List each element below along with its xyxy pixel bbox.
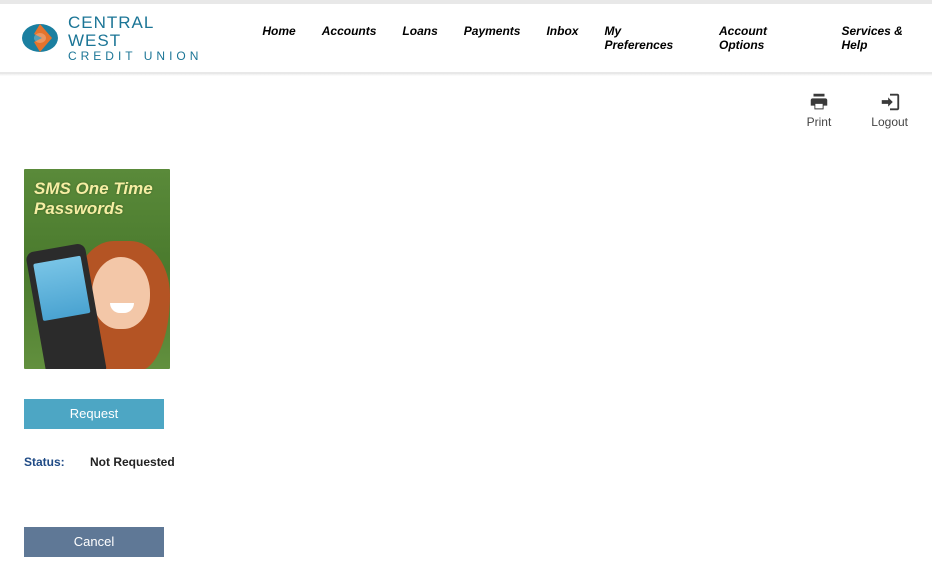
request-button[interactable]: Request (24, 399, 164, 429)
main-nav: Home Accounts Loans Payments Inbox My Pr… (262, 24, 932, 52)
status-row: Status: Not Requested (24, 455, 908, 469)
nav-home[interactable]: Home (262, 24, 295, 52)
logo-text: CENTRAL WEST CREDIT UNION (68, 14, 212, 62)
logout-button[interactable]: Logout (871, 91, 908, 129)
logo[interactable]: CENTRAL WEST CREDIT UNION (0, 14, 212, 62)
sms-otp-promo: SMS One Time Passwords (24, 169, 170, 369)
nav-payments[interactable]: Payments (464, 24, 521, 52)
print-button[interactable]: Print (807, 91, 832, 129)
logout-icon (879, 91, 901, 113)
nav-loans[interactable]: Loans (402, 24, 437, 52)
main-content: SMS One Time Passwords Request Status: N… (0, 129, 932, 581)
promo-title: SMS One Time Passwords (34, 179, 170, 218)
print-icon (808, 91, 830, 113)
status-value: Not Requested (90, 455, 175, 469)
logout-label: Logout (871, 115, 908, 129)
toolbar: Print Logout (0, 77, 932, 129)
logo-mark-icon (20, 18, 60, 58)
header: CENTRAL WEST CREDIT UNION Home Accounts … (0, 4, 932, 74)
nav-accounts[interactable]: Accounts (322, 24, 377, 52)
nav-account-options[interactable]: Account Options (719, 24, 815, 52)
nav-my-preferences[interactable]: My Preferences (604, 24, 693, 52)
status-label: Status: (24, 455, 65, 469)
nav-inbox[interactable]: Inbox (546, 24, 578, 52)
print-label: Print (807, 115, 832, 129)
nav-services-help[interactable]: Services & Help (841, 24, 932, 52)
cancel-button[interactable]: Cancel (24, 527, 164, 557)
brand-line2: CREDIT UNION (68, 50, 212, 63)
brand-line1: CENTRAL WEST (68, 14, 212, 50)
